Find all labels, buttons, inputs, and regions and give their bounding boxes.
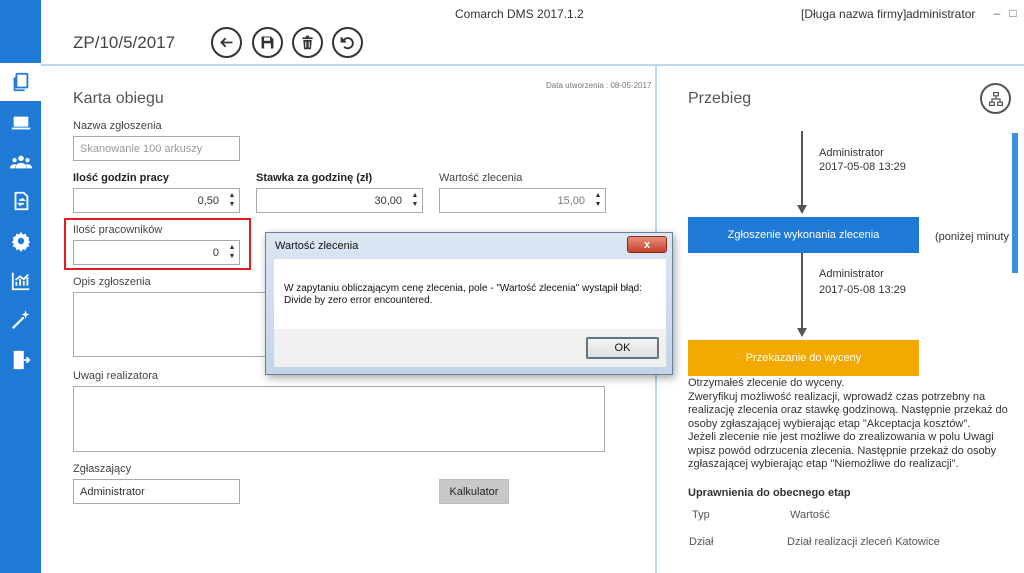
description-line: Jeżeli zlecenie nie jest możliwe do zrea… <box>688 431 997 470</box>
description-line: Zweryfikuj możliwość realizacji, wprowad… <box>688 390 1008 430</box>
workflow-diagram-icon <box>988 91 1003 106</box>
flow-scrollbar[interactable] <box>1012 133 1018 273</box>
error-dialog: Wartość zlecenia x W zapytaniu obliczają… <box>265 232 673 375</box>
documents-icon[interactable] <box>0 63 41 101</box>
calculator-button[interactable]: Kalkulator <box>439 479 509 504</box>
save-button[interactable] <box>252 27 283 58</box>
app-title: Comarch DMS 2017.1.2 <box>455 7 584 21</box>
header-divider <box>41 64 1024 66</box>
order-value-label: Wartość zlecenia <box>439 172 523 184</box>
flow-title: Przebieg <box>688 90 752 107</box>
stage-description: Otrzymałeś zlecenie do wyceny. Zweryfiku… <box>688 377 1013 472</box>
exit-icon[interactable] <box>0 341 41 379</box>
perm-row-value: Dział realizacji zleceń Katowice <box>787 536 940 548</box>
date-created: Data utworzenia : 08-05-2017 <box>546 81 652 90</box>
flow-connector-2 <box>801 253 803 329</box>
undo-button[interactable] <box>332 27 363 58</box>
dialog-message: W zapytaniu obliczającym cenę zlecenia, … <box>284 283 659 307</box>
stage-pricing[interactable]: Przekazanie do wyceny <box>688 340 919 376</box>
hours-label: Ilość godzin pracy <box>73 172 169 184</box>
form-title: Karta obiegu <box>73 90 164 107</box>
workers-value: 0 <box>212 246 219 259</box>
company-name[interactable]: [Długa nazwa firmy] <box>801 7 906 21</box>
workers-stepper[interactable]: ▲ ▼ <box>227 243 237 261</box>
desktop-icon[interactable] <box>0 104 41 142</box>
rate-label: Stawka za godzinę (zł) <box>256 172 373 184</box>
flow-connector-1 <box>801 131 803 206</box>
stage1-duration: (poniżej minuty <box>935 231 1009 243</box>
permissions-title: Uprawnienia do obecnego etap <box>688 487 851 499</box>
name-field[interactable]: Skanowanie 100 arkuszy <box>73 136 240 161</box>
hours-stepper[interactable]: ▲ ▼ <box>227 191 237 209</box>
description-label: Opis zgłoszenia <box>73 276 151 288</box>
rate-field[interactable]: 30,00 ▲ ▼ <box>256 188 423 213</box>
dialog-footer: OK <box>274 329 666 367</box>
rate-value: 30,00 <box>374 194 402 207</box>
step1-date: 2017-05-08 13:29 <box>819 161 906 173</box>
sidebar <box>0 0 41 573</box>
order-value-stepper[interactable]: ▲ ▼ <box>593 191 603 209</box>
name-label: Nazwa zgłoszenia <box>73 120 162 132</box>
notes-label: Uwagi realizatora <box>73 370 158 382</box>
trash-icon <box>302 35 313 50</box>
sync-document-icon[interactable] <box>0 182 41 220</box>
document-number: ZP/10/5/2017 <box>73 33 176 52</box>
title-bar: Comarch DMS 2017.1.2 [Długa nazwa firmy]… <box>41 0 1024 30</box>
chart-icon[interactable] <box>0 262 41 300</box>
step2-user: Administrator <box>819 268 884 280</box>
workflow-diagram-button[interactable] <box>980 83 1011 114</box>
requester-label: Zgłaszający <box>73 463 132 475</box>
perm-header-type: Typ <box>692 509 710 521</box>
dialog-title: Wartość zlecenia <box>275 240 359 252</box>
ok-button[interactable]: OK <box>586 337 659 359</box>
dialog-message-line: Divide by zero error encountered. <box>284 295 433 306</box>
notes-field[interactable] <box>73 386 605 452</box>
rate-stepper[interactable]: ▲ ▼ <box>410 191 420 209</box>
stage-submission[interactable]: Zgłoszenie wykonania zlecenia <box>688 217 919 253</box>
arrow-left-icon <box>220 37 233 48</box>
user-name[interactable]: administrator <box>906 7 975 21</box>
minimize-button[interactable]: – <box>990 6 1004 20</box>
delete-button[interactable] <box>292 27 323 58</box>
gear-icon[interactable] <box>0 222 41 260</box>
hours-field[interactable]: 0,50 ▲ ▼ <box>73 188 240 213</box>
users-icon[interactable] <box>0 143 41 181</box>
perm-header-value: Wartość <box>790 509 830 521</box>
hours-value: 0,50 <box>197 194 219 207</box>
perm-row-type: Dział <box>689 536 714 548</box>
undo-icon <box>340 37 354 50</box>
dialog-body: W zapytaniu obliczającym cenę zlecenia, … <box>274 259 666 329</box>
order-value: 15,00 <box>557 194 585 207</box>
workers-label: Ilość pracowników <box>73 224 163 236</box>
flow-arrow-1 <box>797 205 807 214</box>
description-line: Otrzymałeś zlecenie do wyceny. <box>688 377 845 389</box>
step2-date: 2017-05-08 13:29 <box>819 284 906 296</box>
magic-wand-icon[interactable] <box>0 301 41 339</box>
dialog-close-button[interactable]: x <box>627 236 667 253</box>
workers-field[interactable]: 0 ▲ ▼ <box>73 240 240 265</box>
maximize-button[interactable]: □ <box>1006 6 1020 20</box>
back-button[interactable] <box>211 27 242 58</box>
floppy-disk-icon <box>261 36 274 49</box>
requester-field[interactable]: Administrator <box>73 479 240 504</box>
flow-arrow-2 <box>797 328 807 337</box>
order-value-field[interactable]: 15,00 ▲ ▼ <box>439 188 606 213</box>
dialog-message-line: W zapytaniu obliczającym cenę zlecenia, … <box>284 283 642 294</box>
